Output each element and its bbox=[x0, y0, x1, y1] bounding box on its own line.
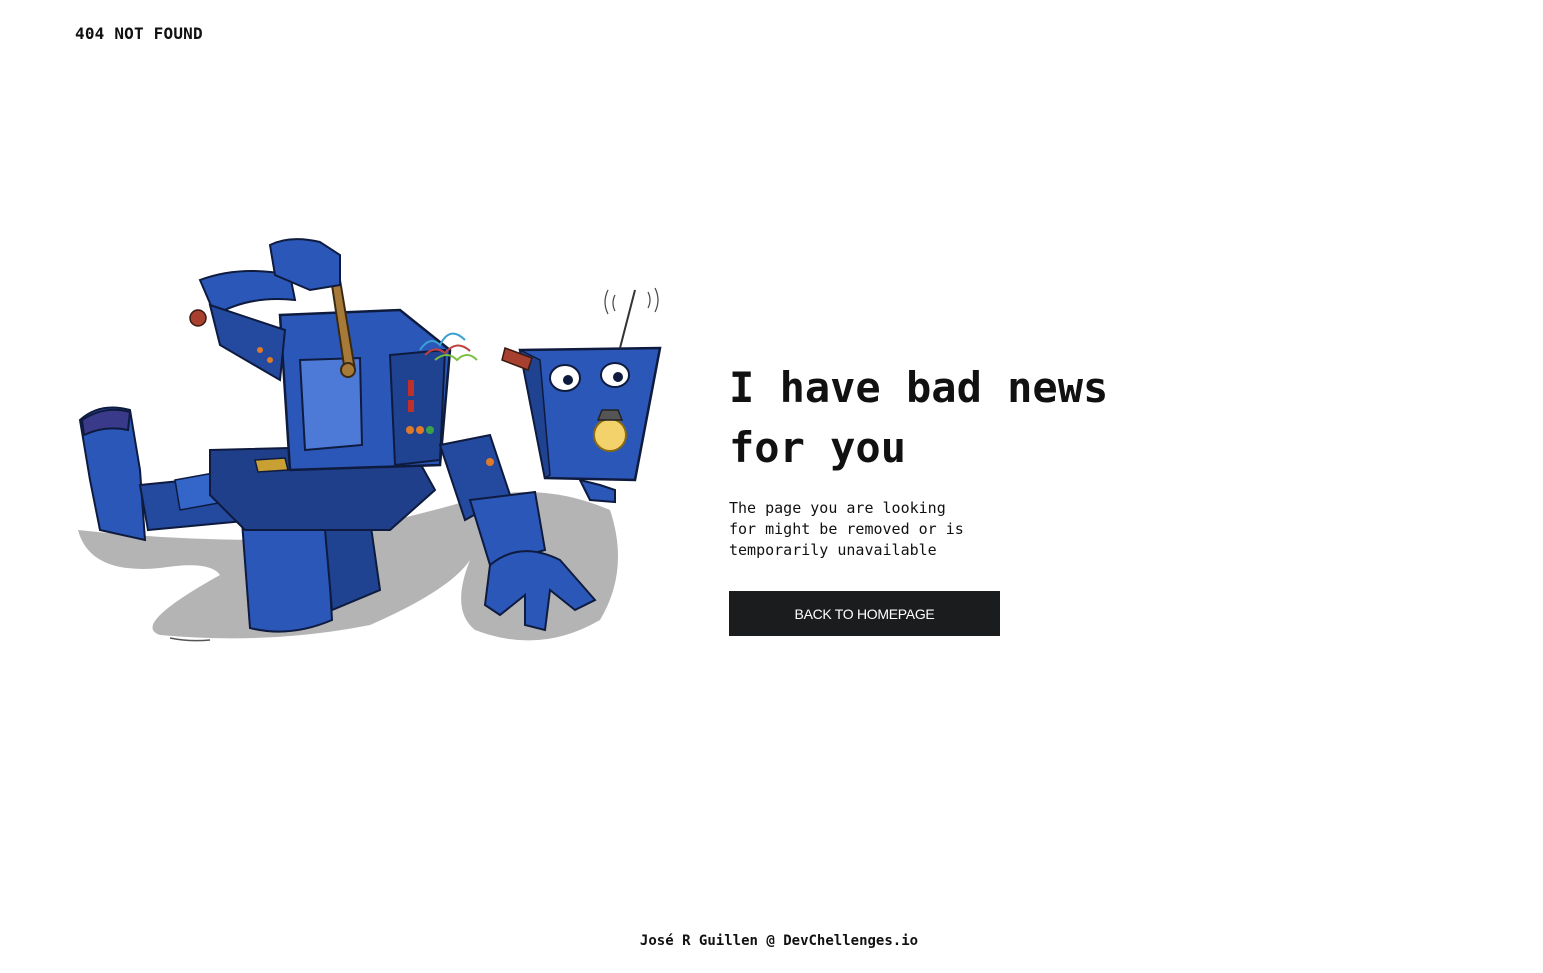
robot-head bbox=[501, 287, 662, 504]
broken-robot-illustration bbox=[78, 238, 662, 642]
footer-credit: José R Guillen @ DevChellenges.io bbox=[639, 933, 919, 949]
back-to-homepage-button[interactable]: BACK TO HOMEPAGE bbox=[729, 591, 1000, 636]
site-brand[interactable]: 404 NOT FOUND bbox=[75, 24, 203, 43]
page-headline: I have bad news for you bbox=[729, 363, 1109, 472]
page-description: The page you are looking for might be re… bbox=[729, 499, 964, 559]
main-content: I have bad news for you The page you are… bbox=[729, 358, 1149, 636]
